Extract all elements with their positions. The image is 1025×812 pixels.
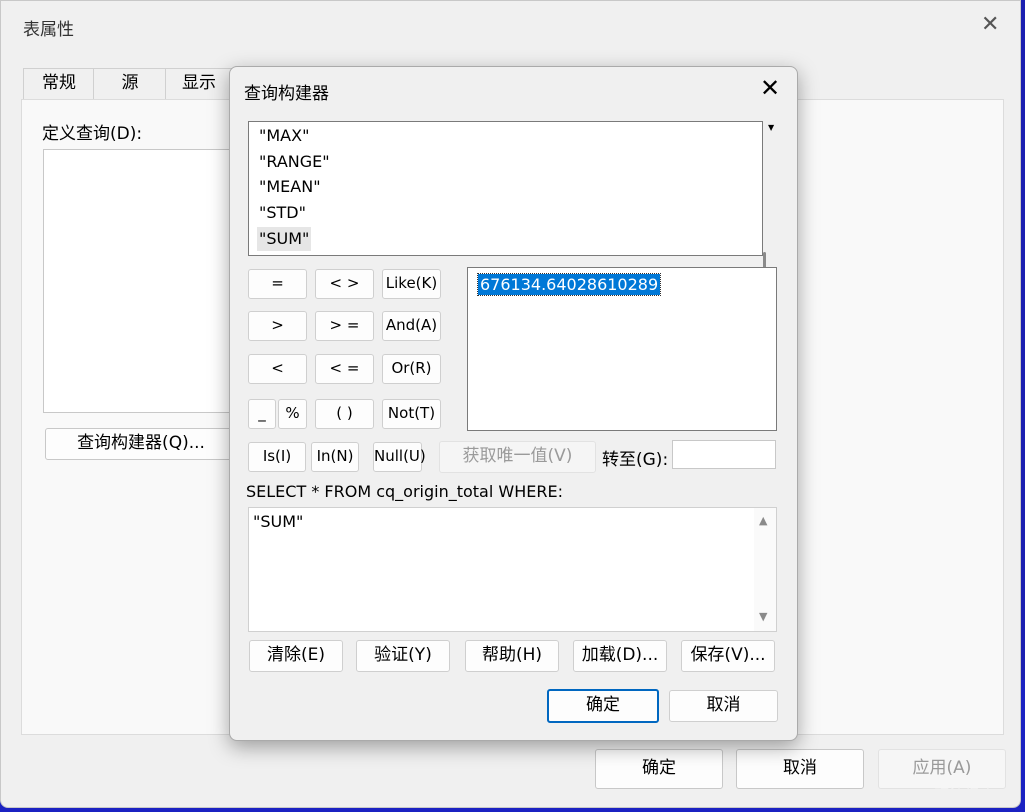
help-button[interactable]: 帮助(H) [465,640,559,672]
dropdown-arrow-icon[interactable]: ▼ [768,123,774,132]
ok-button[interactable]: 确定 [595,749,723,789]
dialog-cancel-button[interactable]: 取消 [669,690,778,722]
dialog-ok-button[interactable]: 确定 [547,689,659,723]
scroll-up-icon[interactable]: ▲ [759,514,767,527]
or-button[interactable]: Or(R) [382,354,441,384]
and-button[interactable]: And(A) [382,311,441,341]
goto-input[interactable] [672,440,776,469]
like-button[interactable]: Like(K) [382,269,441,299]
sql-scrollbar[interactable]: ▲ ▼ [754,508,776,631]
null-button[interactable]: Null(U) [373,442,426,472]
fields-listbox[interactable]: "MAX" "RANGE" "MEAN" "STD" "SUM" [248,121,766,294]
less-equal-button[interactable]: < = [315,354,374,384]
not-equals-button[interactable]: < > [315,269,374,299]
is-button[interactable]: Is(I) [248,442,306,472]
greater-equal-button[interactable]: > = [315,311,374,341]
in-button[interactable]: In(N) [311,442,359,472]
unique-values-listbox[interactable]: 676134.64028610289 [467,267,777,431]
close-icon[interactable]: ✕ [981,14,999,36]
not-button[interactable]: Not(T) [382,399,441,429]
cancel-button[interactable]: 取消 [736,749,864,789]
get-unique-values-button[interactable]: 获取唯一值(V) [439,441,596,473]
list-item-selected[interactable]: "SUM" [257,227,312,251]
dialog-title: 查询构建器 [244,84,329,104]
apply-button[interactable]: 应用(A) [878,749,1006,789]
load-button[interactable]: 加载(D)... [573,640,667,672]
tab-general[interactable]: 常规 [23,68,95,100]
list-item[interactable]: "MEAN" [257,175,323,199]
sql-expression-text: "SUM" [253,512,304,531]
underscore-button[interactable]: _ [248,399,276,429]
tab-source[interactable]: 源 [93,68,167,100]
window-title: 表属性 [23,20,74,40]
equals-button[interactable]: = [248,269,307,299]
goto-label: 转至(G): [602,450,669,470]
sql-expression-textarea[interactable]: "SUM" ▲ ▼ [248,507,777,632]
dialog-close-icon[interactable]: ✕ [760,76,780,100]
tab-display[interactable]: 显示 [165,68,233,100]
list-item[interactable]: "STD" [257,201,308,225]
list-item[interactable]: "RANGE" [257,150,332,174]
parentheses-button[interactable]: ( ) [315,399,374,429]
clear-button[interactable]: 清除(E) [249,640,343,672]
save-button[interactable]: 保存(V)... [681,640,775,672]
sql-prefix-label: SELECT * FROM cq_origin_total WHERE: [246,482,563,501]
watermark: CSDN @理波得咚 [872,786,995,804]
query-builder-dialog: 查询构建器 ✕ "MAX" "RANGE" "MEAN" "STD" "SUM"… [229,66,798,741]
greater-than-button[interactable]: > [248,311,307,341]
percent-button[interactable]: % [278,399,307,429]
list-item[interactable]: "MAX" [257,124,311,148]
query-builder-button[interactable]: 查询构建器(Q)... [45,428,237,460]
scroll-down-icon[interactable]: ▼ [759,610,767,623]
verify-button[interactable]: 验证(Y) [356,640,450,672]
less-than-button[interactable]: < [248,354,307,384]
definition-query-textarea[interactable] [43,149,235,413]
definition-query-label: 定义查询(D): [42,124,143,144]
list-item-selected[interactable]: 676134.64028610289 [476,273,662,296]
